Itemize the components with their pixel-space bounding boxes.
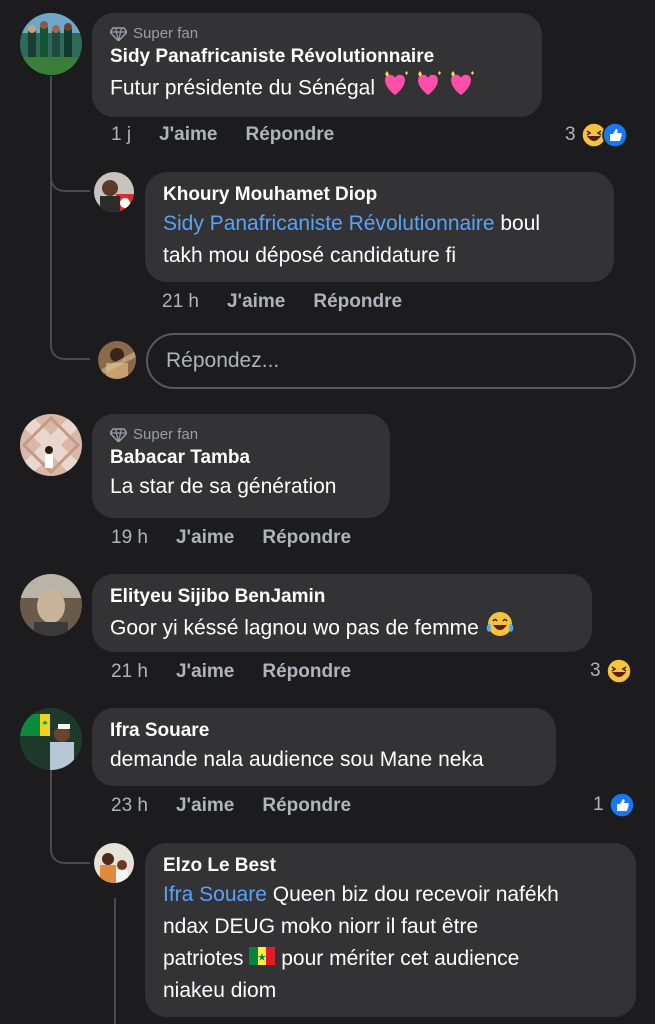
- comment-text: Ifra Souare Queen biz dou recevoir nafék…: [163, 883, 559, 1003]
- comment-bubble[interactable]: Super fan Sidy Panafricaniste Révolution…: [92, 13, 542, 117]
- comment-actions: 19 h J'aime Répondre: [111, 527, 379, 549]
- comment-author[interactable]: Sidy Panafricaniste Révolutionnaire: [110, 44, 524, 70]
- thread-connector: [50, 186, 90, 360]
- reply-link[interactable]: Répondre: [313, 291, 402, 313]
- comment-text: demande nala audience sou Mane neka: [110, 748, 484, 771]
- haha-icon: [605, 658, 632, 684]
- mention-link[interactable]: Ifra Souare: [163, 883, 267, 906]
- comment-text: Goor yi késsé lagnou wo pas de femme: [110, 610, 574, 648]
- reaction-summary[interactable]: 1: [593, 792, 635, 818]
- sparkling-heart-icon: [381, 70, 481, 108]
- reply-input-placeholder: Répondez...: [166, 349, 280, 372]
- super-fan-badge: Super fan: [110, 25, 524, 42]
- avatar[interactable]: [94, 172, 134, 212]
- reply-bubble[interactable]: Elzo Le Best Ifra Souare Queen biz dou r…: [145, 843, 636, 1017]
- thread-line: [114, 898, 116, 1024]
- super-fan-badge: Super fan: [110, 426, 372, 443]
- avatar[interactable]: [94, 843, 134, 883]
- comment-time[interactable]: 23 h: [111, 795, 148, 817]
- comment-text: Sidy Panafricaniste Révolutionnaire boul…: [163, 212, 541, 267]
- like-link[interactable]: J'aime: [176, 795, 234, 817]
- comment-author[interactable]: Khoury Mouhamet Diop: [163, 182, 596, 208]
- comment-time[interactable]: 19 h: [111, 527, 148, 549]
- like-icon: [608, 792, 635, 818]
- comment-author[interactable]: Ifra Souare: [110, 718, 538, 744]
- comment-actions: 21 h J'aime Répondre: [111, 661, 379, 683]
- senegal-flag-icon: [249, 943, 276, 975]
- diamond-icon: [110, 26, 127, 41]
- reply-link[interactable]: Répondre: [262, 795, 351, 817]
- comment-bubble[interactable]: Super fan Babacar Tamba La star de sa gé…: [92, 414, 390, 518]
- reply-link[interactable]: Répondre: [262, 661, 351, 683]
- reaction-summary[interactable]: 3: [590, 658, 632, 684]
- comment-actions: 1 j J'aime Répondre: [111, 124, 362, 146]
- comment-author[interactable]: Elzo Le Best: [163, 853, 618, 879]
- like-link[interactable]: J'aime: [176, 661, 234, 683]
- reply-link[interactable]: Répondre: [245, 124, 334, 146]
- comment-text: La star de sa génération: [110, 475, 337, 498]
- comment-actions: 23 h J'aime Répondre: [111, 795, 379, 817]
- thread-connector: [50, 820, 90, 864]
- like-link[interactable]: J'aime: [159, 124, 217, 146]
- reaction-summary[interactable]: 3: [565, 122, 628, 148]
- diamond-icon: [110, 427, 127, 442]
- comment-author[interactable]: Elityeu Sijibo BenJamin: [110, 584, 574, 610]
- mention-link[interactable]: Sidy Panafricaniste Révolutionnaire: [163, 212, 495, 235]
- comment-bubble[interactable]: Elityeu Sijibo BenJamin Goor yi késsé la…: [92, 574, 592, 652]
- tears-of-joy-icon: [485, 610, 515, 648]
- comment-time[interactable]: 21 h: [111, 661, 148, 683]
- like-link[interactable]: J'aime: [176, 527, 234, 549]
- comment-actions: 21 h J'aime Répondre: [162, 291, 430, 313]
- like-link[interactable]: J'aime: [227, 291, 285, 313]
- comment-text: Futur présidente du Sénégal: [110, 70, 524, 108]
- avatar[interactable]: [20, 708, 82, 770]
- current-user-avatar: [98, 341, 136, 379]
- like-icon: [601, 122, 628, 148]
- reply-input[interactable]: Répondez...: [146, 333, 636, 389]
- comment-bubble[interactable]: Ifra Souare demande nala audience sou Ma…: [92, 708, 556, 786]
- avatar[interactable]: [20, 574, 82, 636]
- avatar[interactable]: [20, 13, 82, 75]
- avatar[interactable]: [20, 414, 82, 476]
- comment-time[interactable]: 1 j: [111, 124, 131, 146]
- reply-link[interactable]: Répondre: [262, 527, 351, 549]
- comment-author[interactable]: Babacar Tamba: [110, 445, 372, 471]
- comment-time[interactable]: 21 h: [162, 291, 199, 313]
- reply-bubble[interactable]: Khoury Mouhamet Diop Sidy Panafricaniste…: [145, 172, 614, 282]
